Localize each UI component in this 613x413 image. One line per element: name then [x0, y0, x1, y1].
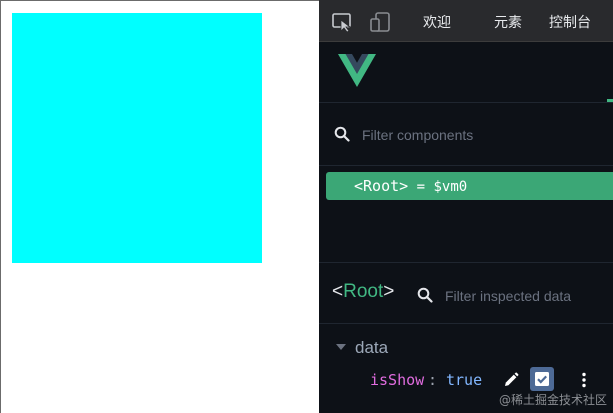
filter-inspected-data-input[interactable]	[443, 285, 612, 307]
search-icon	[417, 287, 433, 303]
search-icon	[334, 126, 350, 142]
collapse-caret-icon[interactable]	[336, 344, 346, 350]
vue-logo[interactable]	[338, 54, 376, 88]
inspect-element-icon[interactable]	[331, 11, 353, 33]
component-filter-row	[319, 103, 613, 166]
vue-devtools-header	[319, 42, 613, 103]
inspected-component-title: <Root>	[332, 281, 395, 302]
tab-console[interactable]: 控制台	[549, 12, 591, 32]
data-property-row: isShow : true	[369, 367, 613, 393]
checkbox-checked-icon	[535, 372, 549, 386]
devtools-panel: 欢迎 元素 控制台 <Root> = $vm0 <Root>	[319, 0, 613, 413]
tab-welcome[interactable]: 欢迎	[423, 12, 451, 32]
tab-elements[interactable]: 元素	[494, 12, 522, 32]
component-tree-item-label: <Root> = $vm0	[354, 177, 468, 195]
watermark: @稀土掘金技术社区	[498, 393, 607, 407]
component-tree-item-root[interactable]: <Root> = $vm0	[326, 172, 613, 200]
property-value[interactable]: true	[446, 371, 482, 389]
devtools-toolbar: 欢迎 元素 控制台	[319, 0, 613, 42]
filter-components-input[interactable]	[360, 124, 604, 146]
device-toolbar-icon[interactable]	[369, 11, 391, 33]
data-section-label[interactable]: data	[355, 338, 388, 358]
edit-pencil-icon[interactable]	[502, 371, 520, 389]
active-tab-indicator	[607, 99, 613, 102]
more-vertical-icon[interactable]	[575, 371, 593, 389]
inspector-header: <Root>	[319, 262, 613, 324]
property-key: isShow	[370, 371, 425, 389]
property-colon: :	[428, 371, 438, 389]
page-viewport	[0, 0, 319, 413]
cyan-box	[12, 13, 262, 263]
toggle-boolean-checkbox[interactable]	[530, 367, 554, 391]
